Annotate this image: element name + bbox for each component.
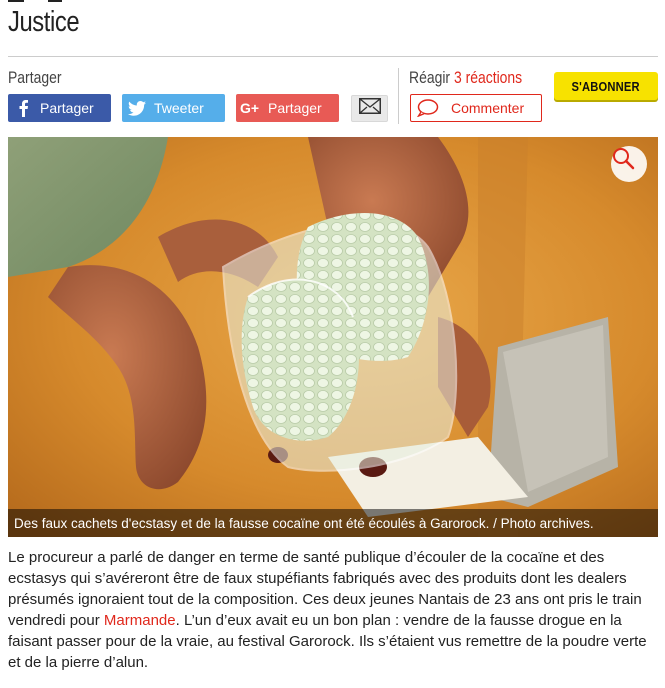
facebook-share-label: Partager xyxy=(40,100,94,116)
marmande-link[interactable]: Marmande xyxy=(104,612,176,629)
vertical-divider xyxy=(398,68,399,124)
photo-caption: Des faux cachets d'ecstasy et de la faus… xyxy=(8,509,658,537)
photo-illustration xyxy=(8,137,658,537)
subscribe-button[interactable]: S'ABONNER xyxy=(554,72,658,100)
facebook-icon xyxy=(8,99,38,117)
subscribe-label: S'ABONNER xyxy=(571,78,641,94)
share-label: Partager xyxy=(8,68,62,87)
previous-title-fragment xyxy=(8,0,68,4)
googleplus-icon: G+ xyxy=(236,101,266,115)
comment-button[interactable]: Commenter xyxy=(410,94,542,122)
react-label: Réagir xyxy=(409,68,451,87)
email-share-button[interactable] xyxy=(351,95,388,122)
twitter-share-label: Tweeter xyxy=(154,100,204,116)
zoom-button[interactable] xyxy=(611,146,647,182)
comment-icon xyxy=(411,99,445,117)
article-photo[interactable]: Des faux cachets d'ecstasy et de la faus… xyxy=(8,137,658,537)
article-paragraph: Le procureur a parlé de danger en terme … xyxy=(8,547,658,673)
svg-text:G+: G+ xyxy=(240,101,259,115)
mail-icon xyxy=(358,98,381,119)
facebook-share-button[interactable]: Partager xyxy=(8,94,111,122)
reactions-count-link[interactable]: 3 réactions xyxy=(454,68,522,87)
reactions-header: Réagir 3 réactions xyxy=(409,68,522,88)
googleplus-share-button[interactable]: G+ Partager xyxy=(236,94,339,122)
googleplus-share-label: Partager xyxy=(268,100,322,116)
twitter-icon xyxy=(122,100,152,116)
divider xyxy=(8,56,658,57)
comment-label: Commenter xyxy=(451,100,525,116)
twitter-share-button[interactable]: Tweeter xyxy=(122,94,225,122)
section-title[interactable]: Justice xyxy=(8,6,80,39)
